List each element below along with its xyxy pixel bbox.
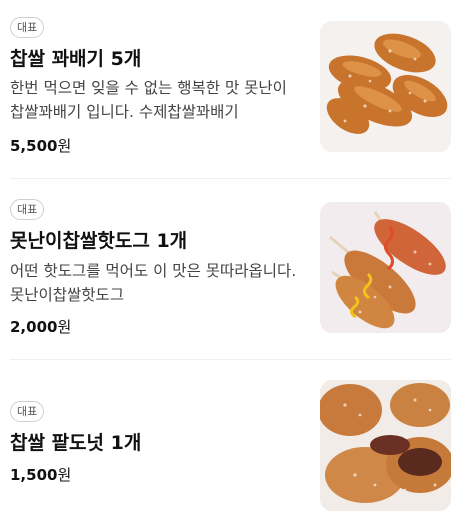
menu-list: 대표 찹쌀 꽈배기 5개 한번 먹으면 잊을 수 없는 행복한 맛 못난이찹쌀꽈… xyxy=(0,0,463,517)
price-currency: 원 xyxy=(57,137,72,155)
red-bean-donut-icon xyxy=(320,380,451,511)
price-currency: 원 xyxy=(57,466,72,484)
menu-item[interactable]: 대표 찹쌀 꽈배기 5개 한번 먹으면 잊을 수 없는 행복한 맛 못난이찹쌀꽈… xyxy=(0,0,463,178)
price-currency: 원 xyxy=(57,318,72,336)
signature-badge: 대표 xyxy=(10,199,45,220)
menu-item-name: 찹쌀 팥도넛 1개 xyxy=(10,432,142,454)
menu-item[interactable]: 대표 못난이찹쌀핫도그 1개 어떤 핫도그를 먹어도 이 맛은 못따라옵니다. … xyxy=(0,179,463,359)
signature-badge: 대표 xyxy=(10,17,45,38)
price-value: 2,000 xyxy=(10,318,58,336)
menu-item-name: 찹쌀 꽈배기 5개 xyxy=(10,48,142,70)
menu-item-price: 5,500원 xyxy=(10,135,71,156)
menu-item-image[interactable] xyxy=(320,21,451,152)
menu-item-name: 못난이찹쌀핫도그 1개 xyxy=(10,230,188,252)
price-value: 1,500 xyxy=(10,466,58,484)
menu-item-image[interactable] xyxy=(320,202,451,333)
menu-item-image[interactable] xyxy=(320,380,451,511)
menu-item-description: 어떤 핫도그를 먹어도 이 맛은 못따라옵니다. 못난이찹쌀핫도그 xyxy=(10,262,297,304)
hotdog-icon xyxy=(320,202,451,333)
menu-item-description: 한번 먹으면 잊을 수 없는 행복한 맛 못난이찹쌀꽈배기 입니다. 수제찹쌀꽈… xyxy=(10,79,287,121)
price-value: 5,500 xyxy=(10,137,58,155)
menu-item-price: 2,000원 xyxy=(10,316,71,337)
signature-badge: 대표 xyxy=(10,401,45,422)
twisted-donut-icon xyxy=(320,21,451,152)
menu-item-price: 1,500원 xyxy=(10,464,71,485)
menu-item[interactable]: 대표 찹쌀 팥도넛 1개 1,500원 xyxy=(0,360,463,517)
